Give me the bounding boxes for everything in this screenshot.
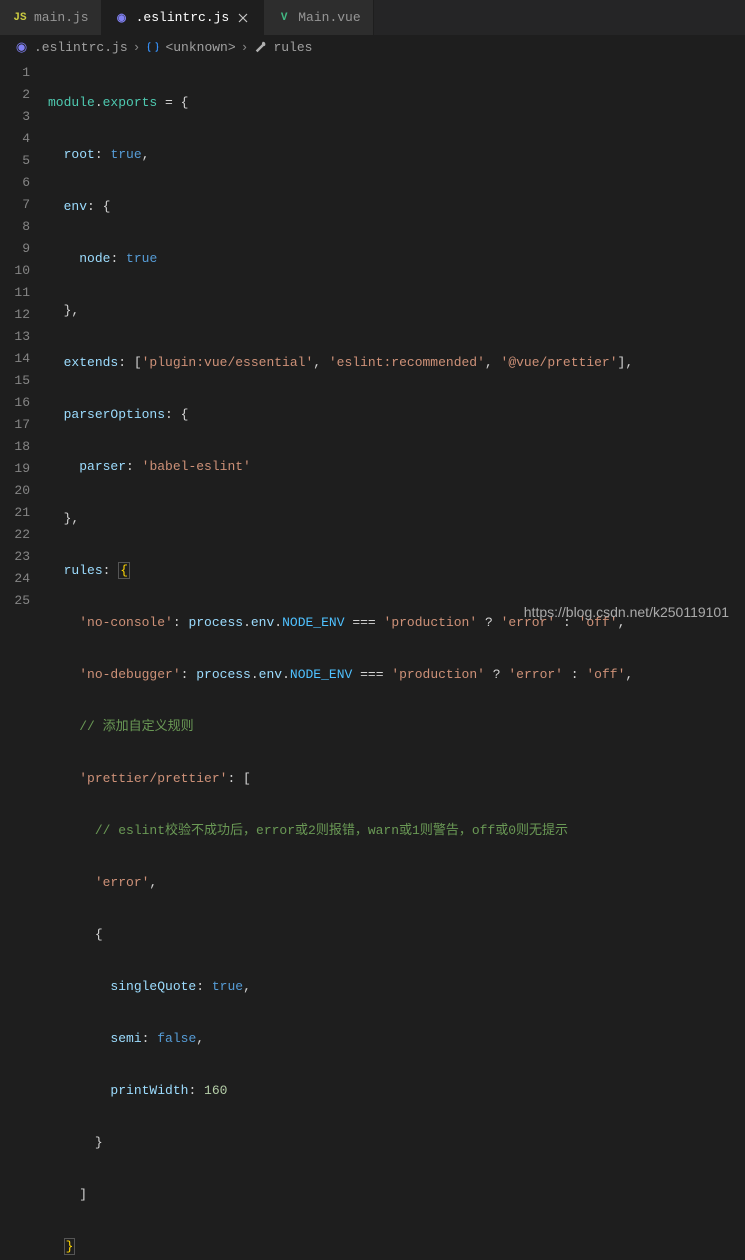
eslint-icon: ◉ xyxy=(14,40,29,55)
tab-label: .eslintrc.js xyxy=(136,10,230,25)
tab-eslintrc-js[interactable]: ◉ .eslintrc.js xyxy=(102,0,265,35)
symbol-tool-icon xyxy=(253,40,268,55)
code-editor[interactable]: 1234567891011121314151617181920212223242… xyxy=(0,59,745,1260)
tab-main-vue[interactable]: V Main.vue xyxy=(264,0,373,35)
editor-tabs: JS main.js ◉ .eslintrc.js V Main.vue xyxy=(0,0,745,35)
tab-label: Main.vue xyxy=(298,10,360,25)
close-icon[interactable] xyxy=(235,10,251,26)
watermark: https://blog.csdn.net/k250119101 xyxy=(524,604,729,620)
line-numbers: 1234567891011121314151617181920212223242… xyxy=(0,59,48,1260)
js-icon: JS xyxy=(12,10,28,26)
breadcrumb-symbol: rules xyxy=(273,40,312,55)
vue-icon: V xyxy=(276,10,292,26)
breadcrumb-symbol: <unknown> xyxy=(165,40,235,55)
symbol-namespace-icon xyxy=(145,40,160,55)
code-content[interactable]: module.exports = { root: true, env: { no… xyxy=(48,59,745,1260)
chevron-right-icon: › xyxy=(133,40,141,55)
breadcrumb-file: .eslintrc.js xyxy=(34,40,128,55)
breadcrumb[interactable]: ◉ .eslintrc.js › <unknown> › rules xyxy=(0,35,745,59)
chevron-right-icon: › xyxy=(241,40,249,55)
tab-label: main.js xyxy=(34,10,89,25)
eslint-icon: ◉ xyxy=(114,10,130,26)
tab-main-js[interactable]: JS main.js xyxy=(0,0,102,35)
